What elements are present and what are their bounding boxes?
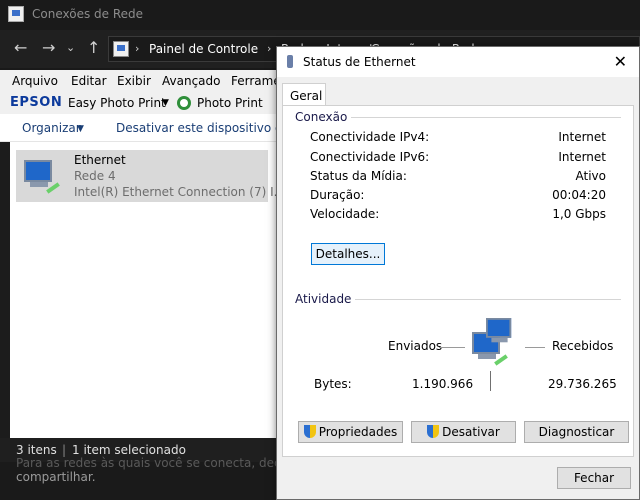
menu-avancado[interactable]: Avançado [162, 74, 220, 88]
details-button[interactable]: Detalhes... [311, 243, 385, 265]
menu-exibir[interactable]: Exibir [117, 74, 151, 88]
menu-arquivo[interactable]: Arquivo [12, 74, 58, 88]
ethernet-status-dialog: Status de Ethernet ✕ Geral Conexão Conec… [276, 46, 640, 500]
speed-label: Velocidade: [310, 207, 380, 221]
explorer-title: Conexões de Rede [32, 7, 144, 21]
disable-label: Desativar [442, 425, 500, 439]
uac-shield-icon [427, 425, 440, 438]
bytes-divider [490, 371, 491, 391]
status-separator: | [62, 443, 67, 457]
dialog-title-bar: Status de Ethernet ✕ [277, 47, 639, 77]
explorer-title-bar: Conexões de Rede [0, 0, 640, 30]
duration-value: 00:04:20 [552, 188, 606, 202]
received-label: Recebidos [552, 339, 614, 353]
connection-name: Ethernet [74, 153, 126, 167]
recent-chevron-icon[interactable]: ⌄ [66, 41, 75, 54]
media-status-label: Status da Mídia: [310, 169, 407, 183]
up-arrow-icon[interactable]: ↑ [87, 38, 100, 57]
organize-button[interactable]: Organizar [22, 121, 81, 135]
network-connections-icon [8, 6, 24, 22]
ethernet-connection-item[interactable]: Ethernet Rede 4 Intel(R) Ethernet Connec… [16, 150, 285, 202]
bytes-label: Bytes: [314, 377, 352, 391]
uac-shield-icon [303, 425, 316, 438]
chevron-right-icon[interactable]: › [135, 42, 139, 55]
footer-line-2: compartilhar. [16, 470, 96, 484]
footer-line-1: Para as redes às quais você se conecta, … [16, 456, 299, 470]
sent-line [439, 347, 465, 348]
activity-group-title: Atividade [295, 292, 356, 306]
dialog-title: Status de Ethernet [303, 55, 416, 69]
menu-editar[interactable]: Editar [71, 74, 107, 88]
back-arrow-icon[interactable]: ← [14, 38, 27, 57]
tab-strip: Geral [277, 77, 639, 106]
duration-label: Duração: [310, 188, 365, 202]
chevron-right-icon[interactable]: › [267, 42, 271, 55]
ipv6-value: Internet [558, 150, 606, 164]
photo-print-button[interactable]: Photo Print [197, 96, 263, 110]
close-icon[interactable]: ✕ [614, 52, 627, 71]
media-status-value: Ativo [575, 169, 606, 183]
bytes-received-value: 29.736.265 [548, 377, 617, 391]
selected-count: 1 item selecionado [72, 443, 186, 457]
epson-logo: EPSON [10, 95, 63, 110]
properties-label: Propriedades [318, 425, 398, 439]
connection-adapter: Intel(R) Ethernet Connection (7) I... [74, 185, 286, 199]
close-button[interactable]: Fechar [557, 467, 631, 489]
connection-network: Rede 4 [74, 169, 116, 183]
forward-arrow-icon[interactable]: → [42, 38, 55, 57]
dropdown-triangle-icon[interactable]: ▼ [162, 98, 169, 108]
bytes-sent-value: 1.190.966 [412, 377, 474, 391]
ipv4-label: Conectividade IPv4: [310, 130, 430, 144]
connection-group-title: Conexão [295, 110, 352, 124]
diagnose-button[interactable]: Diagnosticar [524, 421, 629, 443]
photo-print-icon [177, 96, 191, 110]
ethernet-plug-icon [287, 55, 293, 68]
organize-dropdown-icon[interactable]: ▼ [77, 124, 84, 134]
left-edge [0, 142, 10, 438]
properties-button[interactable]: Propriedades [298, 421, 403, 443]
breadcrumb-control-panel[interactable]: Painel de Controle [149, 42, 258, 56]
ipv6-label: Conectividade IPv6: [310, 150, 430, 164]
easy-photo-print-button[interactable]: Easy Photo Print [68, 96, 166, 110]
disable-button[interactable]: Desativar [411, 421, 516, 443]
ipv4-value: Internet [558, 130, 606, 144]
general-tab-panel: Conexão Conectividade IPv4: Internet Con… [282, 105, 634, 457]
speed-value: 1,0 Gbps [552, 207, 606, 221]
item-count: 3 itens [16, 443, 57, 457]
sent-label: Enviados [388, 339, 443, 353]
control-panel-icon [113, 41, 129, 57]
tab-general[interactable]: Geral [282, 83, 326, 106]
received-line [525, 347, 545, 348]
